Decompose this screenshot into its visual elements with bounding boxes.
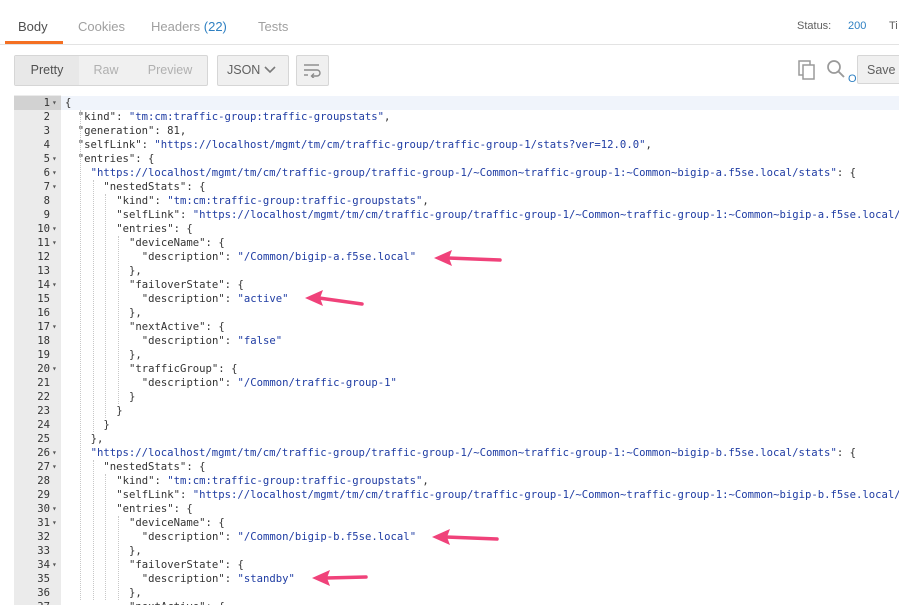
annotation-arrow: [312, 570, 368, 586]
annotation-arrow: [305, 290, 364, 306]
annotation-arrows: [305, 250, 502, 586]
annotation-arrow: [434, 250, 502, 266]
annotation-arrow: [432, 529, 499, 545]
